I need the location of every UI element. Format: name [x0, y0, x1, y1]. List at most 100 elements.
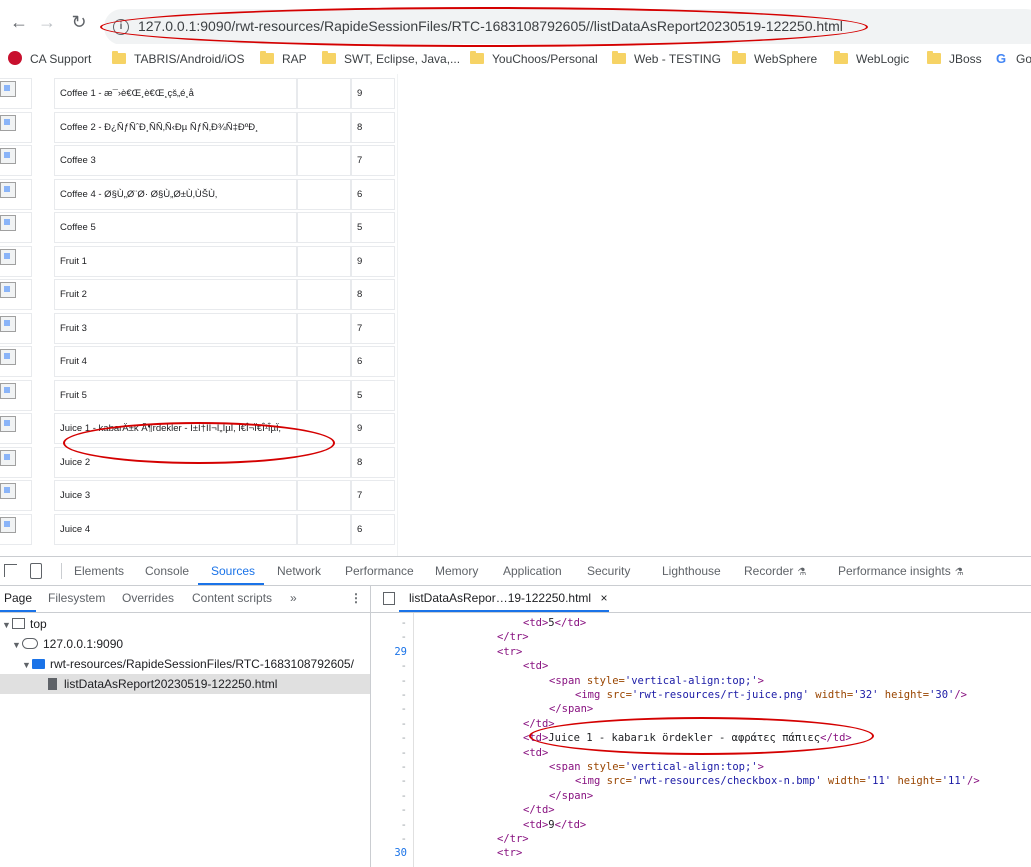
line-number[interactable]: -	[371, 702, 407, 716]
tree-item-host[interactable]: ▼ 127.0.0.1:9090	[0, 634, 382, 654]
code-line[interactable]: - </span>	[371, 789, 1031, 803]
tab-recorder[interactable]: Recorder ⚗	[744, 564, 806, 578]
info-icon[interactable]: i	[113, 19, 129, 35]
expanded-triangle-icon[interactable]: ▼	[12, 635, 22, 655]
bookmark-rap[interactable]: RAP	[260, 50, 307, 68]
line-number[interactable]: -	[371, 717, 407, 731]
sources-navigator: Page Filesystem Overrides Content script…	[0, 586, 371, 867]
code-line[interactable]: - <span style='vertical-align:top;'>	[371, 760, 1031, 774]
tab-elements[interactable]: Elements	[74, 564, 124, 578]
bookmark-youchoos[interactable]: YouChoos/Personal	[470, 50, 598, 68]
expanded-triangle-icon[interactable]: ▼	[2, 615, 12, 635]
code-line[interactable]: - </span>	[371, 702, 1031, 716]
code-line[interactable]: - <span style='vertical-align:top;'>	[371, 674, 1031, 688]
tab-network[interactable]: Network	[277, 564, 321, 578]
reload-icon[interactable]: ↻	[70, 13, 88, 31]
table-row: Fruit 2 8	[0, 279, 398, 313]
bookmark-ca-support[interactable]: CA Support	[8, 50, 91, 68]
bookmark-jboss[interactable]: JBoss	[927, 50, 982, 68]
tab-sources[interactable]: Sources	[211, 564, 255, 578]
line-number[interactable]: -	[371, 774, 407, 788]
code-line[interactable]: - </td>	[371, 803, 1031, 817]
bookmark-label: Web - TESTING	[634, 52, 721, 66]
code-line[interactable]: - </tr>	[371, 832, 1031, 846]
folder-icon	[732, 51, 746, 64]
code-text: <tr>	[497, 847, 523, 860]
code-line[interactable]: 30 <tr>	[371, 846, 1031, 860]
line-number[interactable]: -	[371, 674, 407, 688]
address-bar[interactable]: i 127.0.0.1:9090/rwt-resources/RapideSes…	[104, 9, 1031, 45]
code-line[interactable]: 29 <tr>	[371, 645, 1031, 659]
back-arrow-icon[interactable]: ←	[10, 13, 28, 31]
code-line[interactable]: - <td>	[371, 746, 1031, 760]
navigator-tabbar: Page Filesystem Overrides Content script…	[0, 586, 370, 613]
tab-performance-insights[interactable]: Performance insights ⚗	[838, 564, 964, 578]
tab-lighthouse[interactable]: Lighthouse	[662, 564, 721, 578]
line-number[interactable]: -	[371, 630, 407, 644]
tree-item-file[interactable]: listDataAsReport20230519-122250.html	[0, 674, 370, 694]
kebab-menu-icon[interactable]: ⋮	[350, 591, 362, 605]
tree-item-folder[interactable]: ▼ rwt-resources/RapideSessionFiles/RTC-16…	[0, 654, 392, 674]
line-number[interactable]: -	[371, 832, 407, 846]
bookmark-label: Go	[1016, 52, 1031, 66]
toggle-navigator-icon[interactable]	[383, 592, 395, 605]
tab-security[interactable]: Security	[587, 564, 630, 578]
line-number[interactable]: -	[371, 616, 407, 630]
bookmark-google[interactable]: G Go	[996, 50, 1031, 68]
tab-application[interactable]: Application	[503, 564, 562, 578]
table-row: Coffee 2 - Ð¿ÑƒÑˆÐ¸ÑÑ‚Ñ‹Ðµ ÑƒÑ‚Ð¾Ñ‡ÐºÐ¸ 8	[0, 111, 398, 146]
table-row: Juice 1 - kabarÄ±k Ã¶rdekler - Î±Ï†ÏÎ¬Ï„…	[0, 413, 398, 447]
checkbox-cell	[297, 312, 351, 344]
name-cell: Coffee 4 - Ø§Ù„Ø¨Ø· Ø§Ù„Ø±Ù‚ÙŠÙ‚	[54, 178, 297, 210]
tab-console[interactable]: Console	[145, 564, 189, 578]
line-number[interactable]: -	[371, 789, 407, 803]
inspect-element-icon[interactable]	[4, 564, 17, 577]
line-number[interactable]: -	[371, 688, 407, 702]
code-line[interactable]: - <td>	[371, 659, 1031, 673]
close-icon[interactable]: ×	[600, 591, 607, 605]
tree-item-top[interactable]: ▼ top	[0, 614, 372, 634]
bookmark-weblogic[interactable]: WebLogic	[834, 50, 909, 68]
expanded-triangle-icon[interactable]: ▼	[22, 655, 32, 675]
url-text[interactable]: 127.0.0.1:9090/rwt-resources/RapideSessi…	[138, 18, 843, 34]
flask-icon: ⚗	[954, 567, 964, 578]
code-line[interactable]: - <td>Juice 1 - kabarık ördekler - αφράτε…	[371, 731, 1031, 745]
devtools-tabbar: Elements Console Sources Network Perform…	[0, 557, 1031, 586]
nav-tab-overrides[interactable]: Overrides	[122, 591, 174, 605]
value-cell: 6	[351, 178, 395, 210]
nav-tab-filesystem[interactable]: Filesystem	[48, 591, 105, 605]
bookmark-label: RAP	[282, 52, 307, 66]
image-cell	[0, 111, 32, 143]
code-line[interactable]: - <img src='rwt-resources/checkbox-n.bmp'…	[371, 774, 1031, 788]
line-number[interactable]: -	[371, 760, 407, 774]
line-number[interactable]: -	[371, 659, 407, 673]
nav-tab-page[interactable]: Page	[4, 591, 32, 605]
line-number[interactable]: -	[371, 746, 407, 760]
line-number[interactable]: -	[371, 818, 407, 832]
bookmark-websphere[interactable]: WebSphere	[732, 50, 817, 68]
image-cell	[0, 312, 32, 344]
bookmark-web-testing[interactable]: Web - TESTING	[612, 50, 721, 68]
tab-memory[interactable]: Memory	[435, 564, 478, 578]
code-line[interactable]: - <td>9</td>	[371, 818, 1031, 832]
code-text: <td>5</td>	[523, 617, 587, 629]
code-line[interactable]: - <img src='rwt-resources/rt-juice.png' w…	[371, 688, 1031, 702]
bookmark-tabris[interactable]: TABRIS/Android/iOS	[112, 50, 244, 68]
tab-performance[interactable]: Performance	[345, 564, 414, 578]
line-number[interactable]: -	[371, 803, 407, 817]
bookmark-label: TABRIS/Android/iOS	[134, 52, 245, 66]
line-number[interactable]: -	[371, 731, 407, 745]
more-tabs-icon[interactable]: »	[290, 591, 297, 605]
code-line[interactable]: - </tr>	[371, 630, 1031, 644]
code-line[interactable]: - <td>5</td>	[371, 616, 1031, 630]
device-toolbar-icon[interactable]	[30, 563, 42, 579]
forward-arrow-icon[interactable]: →	[38, 13, 56, 31]
code-line[interactable]: - </td>	[371, 717, 1031, 731]
line-number[interactable]: 30	[371, 846, 407, 860]
editor-tab-file[interactable]: listDataAsRepor…19-122250.html ×	[409, 591, 607, 605]
tab-label: Recorder	[744, 564, 794, 578]
image-cell	[0, 78, 32, 109]
bookmark-swt[interactable]: SWT, Eclipse, Java,...	[322, 50, 460, 68]
nav-tab-content-scripts[interactable]: Content scripts	[192, 591, 272, 605]
line-number[interactable]: 29	[371, 645, 407, 659]
